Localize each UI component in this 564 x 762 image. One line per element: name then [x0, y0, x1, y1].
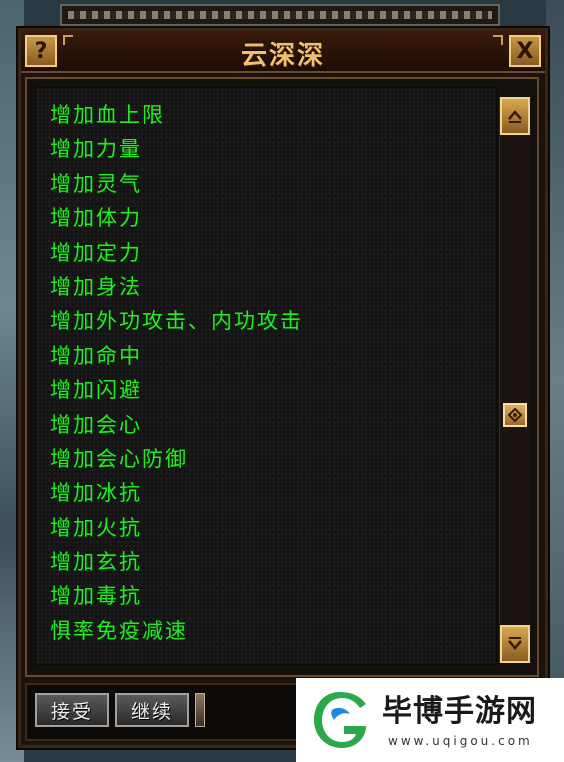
list-item: 增加力量: [50, 137, 142, 162]
list-item: 增加灵气: [50, 171, 142, 196]
scrollbar[interactable]: [499, 97, 530, 663]
top-ornament-bar: [60, 4, 500, 26]
list-item: 增加定力: [50, 240, 142, 265]
watermark-title: 毕博手游网: [382, 694, 537, 729]
list-item: 增加玄抗: [50, 550, 142, 575]
list-item: 增加命中: [50, 343, 142, 368]
list-item: 惧率免疫减速: [50, 618, 188, 643]
diamond-icon: [508, 408, 522, 422]
list-item: 增加血上限: [50, 103, 165, 127]
background-scenery-right: [546, 0, 564, 762]
list-item: 增加冰抗: [50, 481, 142, 506]
scroll-down-button[interactable]: [500, 625, 530, 663]
site-logo-icon: [314, 692, 366, 748]
list-panel: 增加血上限 增加力量 增加灵气 增加体力 增加定力 增加身法 增加外功攻击、内功…: [35, 87, 497, 665]
list-item: 增加毒抗: [50, 584, 142, 609]
list-item: 增加火抗: [50, 515, 142, 540]
list-item: 增加体力: [50, 206, 142, 231]
effect-list: 增加血上限 增加力量 增加灵气 增加体力 增加定力 增加身法 增加外功攻击、内功…: [50, 98, 303, 648]
list-item: 增加会心: [50, 412, 142, 437]
scroll-thumb[interactable]: [503, 403, 527, 427]
list-item: 增加闪避: [50, 378, 142, 403]
close-button[interactable]: X: [509, 35, 541, 67]
site-watermark: 毕博手游网 www.uqigou.com: [296, 678, 564, 762]
continue-button[interactable]: 继续: [115, 693, 189, 727]
list-item: 增加外功攻击、内功攻击: [50, 309, 303, 334]
chevron-down-icon: [508, 637, 522, 650]
watermark-url: www.uqigou.com: [388, 734, 533, 748]
bar-divider: [195, 693, 205, 727]
list-item: 增加身法: [50, 274, 142, 299]
list-item: 增加会心防御: [50, 446, 188, 471]
close-icon: X: [516, 38, 534, 64]
scroll-up-button[interactable]: [500, 97, 530, 135]
title-bar: ? 云深深 X: [21, 31, 545, 73]
accept-button[interactable]: 接受: [35, 693, 109, 727]
window-title: 云深深: [240, 41, 325, 71]
chevron-up-icon: [508, 110, 522, 123]
corner-ornament-right: [493, 35, 503, 45]
dialog-window: ? 云深深 X 增加血上限 增加力量 增加灵气 增加体力 增加定力 增加身法 增…: [18, 28, 548, 748]
